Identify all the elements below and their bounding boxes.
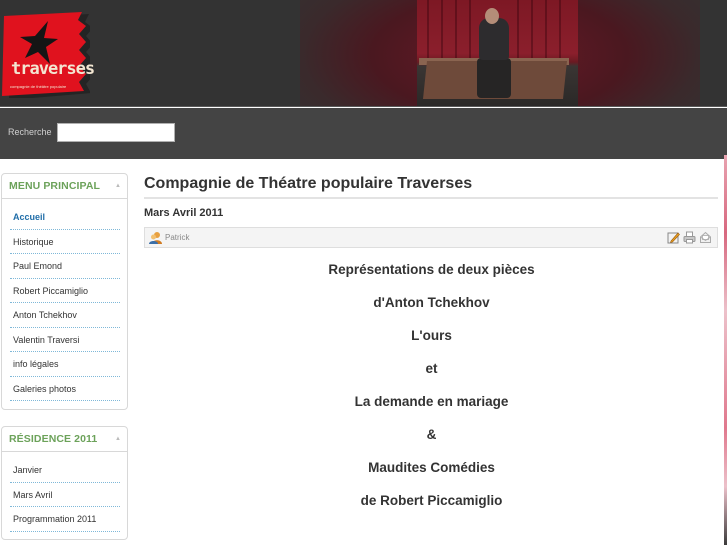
body-line: et xyxy=(425,361,438,376)
actor-head xyxy=(485,8,499,24)
search-label: Recherche xyxy=(8,127,52,137)
actor-body xyxy=(479,18,509,60)
logo-text: traverses xyxy=(11,59,95,79)
print-icon[interactable] xyxy=(683,231,696,244)
main-menu-module: MENU PRINCIPAL ▲ Accueil Historique Paul… xyxy=(1,173,128,410)
body-line: de Robert Piccamiglio xyxy=(360,493,503,508)
residence-module: RÉSIDENCE 2011 ▲ Janvier Mars Avril Prog… xyxy=(1,426,128,540)
body-line: Représentations de deux pièces xyxy=(328,262,535,277)
body-line: & xyxy=(426,427,437,442)
residence-title-text: RÉSIDENCE 2011 xyxy=(9,433,98,445)
actor-legs xyxy=(477,58,511,98)
menu-item-janvier[interactable]: Janvier xyxy=(10,458,120,483)
search-input[interactable] xyxy=(57,123,175,142)
author-name: Patrick xyxy=(165,233,190,242)
site-header: traverses compagnie de théâtre populaire xyxy=(0,0,727,107)
article-info-bar: Patrick xyxy=(144,227,718,248)
residence-list: Janvier Mars Avril Programmation 2011 xyxy=(2,452,127,532)
author-icon xyxy=(149,232,162,244)
main-menu-list: Accueil Historique Paul Emond Robert Pic… xyxy=(2,199,127,401)
article-body: Représentations de deux pièces d'Anton T… xyxy=(144,255,719,519)
main-menu-title-text: MENU PRINCIPAL xyxy=(9,180,101,192)
menu-item-robert-piccamiglio[interactable]: Robert Piccamiglio xyxy=(10,279,120,303)
collapse-arrow-icon[interactable]: ▲ xyxy=(115,183,121,189)
menu-item-galeries-photos[interactable]: Galeries photos xyxy=(10,377,120,401)
menu-item-valentin-traversi[interactable]: Valentin Traversi xyxy=(10,328,120,352)
menu-item-info-legales[interactable]: info légales xyxy=(10,352,120,377)
body-line: Maudites Comédies xyxy=(368,460,495,475)
residence-title[interactable]: RÉSIDENCE 2011 ▲ xyxy=(2,427,127,452)
menu-item-historique[interactable]: Historique xyxy=(10,230,120,254)
banner-photo xyxy=(417,0,578,107)
page-title: Compagnie de Théatre populaire Traverses xyxy=(144,165,718,199)
main-content: Compagnie de Théatre populaire Traverses… xyxy=(144,165,719,248)
body-line: L'ours xyxy=(411,328,452,343)
main-menu-title[interactable]: MENU PRINCIPAL ▲ xyxy=(2,174,127,199)
menu-item-paul-emond[interactable]: Paul Emond xyxy=(10,254,120,279)
logo[interactable]: traverses compagnie de théâtre populaire xyxy=(2,12,95,100)
search-bar: Recherche xyxy=(0,108,727,159)
collapse-arrow-icon[interactable]: ▲ xyxy=(115,436,121,442)
article-title[interactable]: Mars Avril 2011 xyxy=(144,207,719,221)
email-icon[interactable] xyxy=(699,231,712,244)
menu-item-anton-tchekhov[interactable]: Anton Tchekhov xyxy=(10,303,120,328)
body-line: d'Anton Tchekhov xyxy=(373,295,490,310)
edit-icon[interactable] xyxy=(667,231,680,244)
logo-subtitle: compagnie de théâtre populaire xyxy=(10,84,67,89)
header-divider xyxy=(0,106,727,107)
menu-item-accueil[interactable]: Accueil xyxy=(10,205,120,230)
menu-item-mars-avril[interactable]: Mars Avril xyxy=(10,483,120,507)
body-line: La demande en mariage xyxy=(354,394,509,409)
menu-item-programmation-2011[interactable]: Programmation 2011 xyxy=(10,507,120,532)
